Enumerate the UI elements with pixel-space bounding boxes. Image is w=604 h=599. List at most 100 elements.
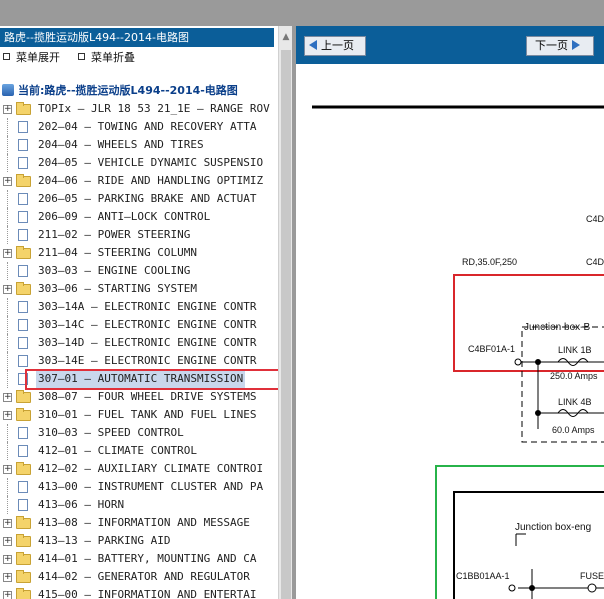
tree-folder-item[interactable]: +413—08 — INFORMATION AND MESSAGE — [0, 514, 278, 532]
document-icon — [18, 157, 28, 169]
tree-folder-item[interactable]: +310—01 — FUEL TANK AND FUEL LINES — [0, 406, 278, 424]
tree-connector-line — [7, 442, 8, 460]
tree-doc-item[interactable]: 303—03 — ENGINE COOLING — [0, 262, 278, 280]
expand-toggle-icon[interactable]: + — [3, 177, 12, 186]
tree-connector-line — [7, 226, 8, 244]
tree-folder-item[interactable]: +303—06 — STARTING SYSTEM — [0, 280, 278, 298]
tree-item-label: 303—14C — ELECTRONIC ENGINE CONTR — [38, 318, 257, 331]
amps-60-label: 60.0 Amps — [552, 425, 595, 435]
tree-doc-item[interactable]: 412—01 — CLIMATE CONTROL — [0, 442, 278, 460]
circuit-diagram: C4D C4D RD,35.0F,250 Junction box-B C4BF… — [296, 64, 604, 599]
tree-folder-item[interactable]: +414—01 — BATTERY, MOUNTING AND CA — [0, 550, 278, 568]
tree-folder-item[interactable]: +308—07 — FOUR WHEEL DRIVE SYSTEMS — [0, 388, 278, 406]
scroll-up-icon[interactable]: ▲ — [281, 32, 291, 46]
left-pane-title: 路虎--揽胜运动版L494--2014-电路图 — [0, 28, 274, 47]
tree-doc-item[interactable]: 310—03 — SPEED CONTROL — [0, 424, 278, 442]
tree-connector-line — [7, 118, 8, 136]
tree-doc-item[interactable]: 206—09 — ANTI—LOCK CONTROL — [0, 208, 278, 226]
document-icon — [18, 193, 28, 205]
document-icon — [18, 445, 28, 457]
document-icon — [18, 427, 28, 439]
folder-icon — [16, 408, 31, 421]
scrollbar-thumb[interactable] — [281, 50, 291, 599]
folder-icon — [16, 282, 31, 295]
tree-doc-item[interactable]: 303—14A — ELECTRONIC ENGINE CONTR — [0, 298, 278, 316]
document-icon — [18, 265, 28, 277]
document-icon — [18, 481, 28, 493]
tree-item-label: 206—09 — ANTI—LOCK CONTROL — [38, 210, 211, 223]
amps-250-label: 250.0 Amps — [550, 371, 598, 381]
tree-connector-line — [7, 352, 8, 370]
tree-item-label: 206—05 — PARKING BRAKE AND ACTUAT — [38, 192, 257, 205]
c4d-label-1: C4D — [586, 214, 604, 224]
tree-doc-item[interactable]: 202—04 — TOWING AND RECOVERY ATTA — [0, 118, 278, 136]
connector-label-1: C4BF01A-1 — [468, 344, 516, 354]
prev-page-button[interactable]: 上一页 — [304, 36, 366, 56]
tree-connector-line — [7, 478, 8, 496]
expand-toggle-icon[interactable]: + — [3, 573, 12, 582]
collapse-all-button[interactable]: 菜单折叠 — [78, 49, 135, 67]
tree-item-label: 413—13 — PARKING AID — [38, 534, 171, 547]
tree-item-label: 303—03 — ENGINE COOLING — [38, 264, 191, 277]
document-icon — [18, 139, 28, 151]
tree-doc-item[interactable]: 206—05 — PARKING BRAKE AND ACTUAT — [0, 190, 278, 208]
tree-doc-item[interactable]: 204—04 — WHEELS AND TIRES — [0, 136, 278, 154]
expand-toggle-icon[interactable]: + — [3, 393, 12, 402]
tree-root[interactable]: 当前:路虎--揽胜运动版L494--2014-电路图 — [2, 82, 238, 100]
tree-doc-item[interactable]: 303—14E — ELECTRONIC ENGINE CONTR — [0, 352, 278, 370]
tree-doc-item[interactable]: 303—14D — ELECTRONIC ENGINE CONTR — [0, 334, 278, 352]
folder-icon — [16, 390, 31, 403]
tree-connector-line — [7, 262, 8, 280]
expand-toggle-icon[interactable]: + — [3, 537, 12, 546]
tree-item-label: 414—01 — BATTERY, MOUNTING AND CA — [38, 552, 257, 565]
tree-item-label: 413—08 — INFORMATION AND MESSAGE — [38, 516, 250, 529]
collapse-icon — [78, 53, 85, 60]
tree-folder-item[interactable]: +211—04 — STEERING COLUMN — [0, 244, 278, 262]
expand-toggle-icon[interactable]: + — [3, 555, 12, 564]
expand-all-button[interactable]: 菜单展开 — [3, 49, 60, 67]
left-scrollbar[interactable]: ▲ — [278, 26, 292, 599]
expand-toggle-icon[interactable]: + — [3, 285, 12, 294]
tree-connector-line — [7, 190, 8, 208]
expand-toggle-icon[interactable]: + — [3, 519, 12, 528]
tree-folder-item[interactable]: +415—00 — INFORMATION AND ENTERTAI — [0, 586, 278, 599]
tree-doc-item[interactable]: 413—06 — HORN — [0, 496, 278, 514]
tree-item-label: 202—04 — TOWING AND RECOVERY ATTA — [38, 120, 257, 133]
tree-doc-item[interactable]: 211—02 — POWER STEERING — [0, 226, 278, 244]
tree-doc-item[interactable]: 413—00 — INSTRUMENT CLUSTER AND PA — [0, 478, 278, 496]
junction-box-eng-outline — [453, 491, 604, 599]
expand-toggle-icon[interactable]: + — [3, 591, 12, 599]
link-1b-label: LINK 1B — [558, 345, 592, 355]
tree-connector-line — [7, 298, 8, 316]
tree-connector-line — [7, 370, 8, 388]
document-icon — [18, 301, 28, 313]
expand-toggle-icon[interactable]: + — [3, 465, 12, 474]
left-pane: 路虎--揽胜运动版L494--2014-电路图 菜单展开 菜单折叠 当前:路虎-… — [0, 26, 278, 599]
tree-doc-item[interactable]: 303—14C — ELECTRONIC ENGINE CONTR — [0, 316, 278, 334]
tree-folder-item[interactable]: +204—06 — RIDE AND HANDLING OPTIMIZ — [0, 172, 278, 190]
tree-connector-line — [7, 334, 8, 352]
document-icon — [18, 319, 28, 331]
prev-page-label: 上一页 — [321, 39, 354, 52]
tree-item-label: 204—06 — RIDE AND HANDLING OPTIMIZ — [38, 174, 264, 187]
tree-item-label: 413—00 — INSTRUMENT CLUSTER AND PA — [38, 480, 264, 493]
wire-spec-label: RD,35.0F,250 — [462, 257, 518, 267]
expand-toggle-icon[interactable]: + — [3, 105, 12, 114]
document-icon — [18, 121, 28, 133]
tree-folder-item[interactable]: +414—02 — GENERATOR AND REGULATOR — [0, 568, 278, 586]
folder-icon — [16, 102, 31, 115]
tree-folder-item[interactable]: + TOPIx — JLR 18 53 21_1E — RANGE ROV — [0, 100, 278, 118]
tree-folder-item[interactable]: +412—02 — AUXILIARY CLIMATE CONTROI — [0, 460, 278, 478]
document-icon — [18, 211, 28, 223]
expand-toggle-icon[interactable]: + — [3, 411, 12, 420]
link-4b-label: LINK 4B — [558, 397, 592, 407]
expand-toggle-icon[interactable]: + — [3, 249, 12, 258]
tree-doc-item[interactable]: 204—05 — VEHICLE DYNAMIC SUSPENSIO — [0, 154, 278, 172]
tree-folder-item[interactable]: +413—13 — PARKING AID — [0, 532, 278, 550]
tree-connector-line — [7, 316, 8, 334]
folder-icon — [16, 534, 31, 547]
root-icon — [2, 84, 14, 96]
folder-icon — [16, 246, 31, 259]
next-page-button[interactable]: 下一页 — [526, 36, 594, 56]
expand-all-label: 菜单展开 — [16, 51, 60, 64]
